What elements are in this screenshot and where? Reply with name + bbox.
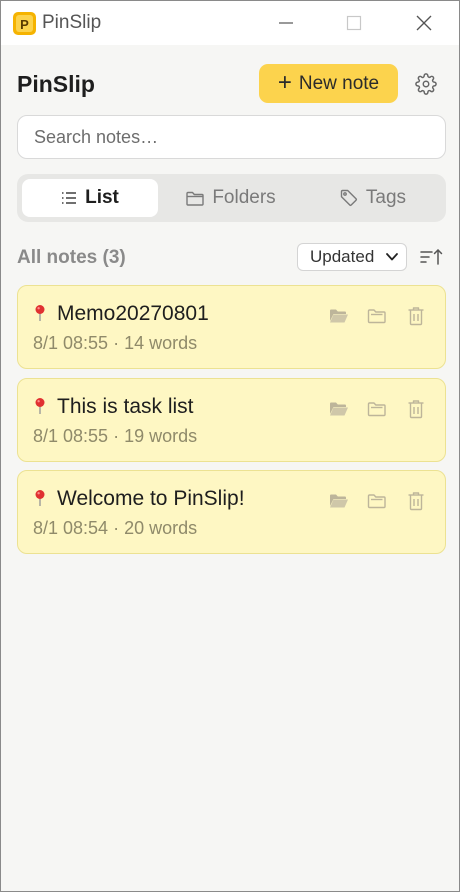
- delete-note-button[interactable]: [405, 305, 427, 327]
- folder-open-icon: [330, 494, 348, 508]
- note-title: Memo20270801: [57, 302, 209, 325]
- list-title: All notes (3): [17, 247, 126, 268]
- tab-list-label: List: [85, 187, 119, 208]
- window-title: PinSlip: [42, 12, 102, 33]
- maximize-button[interactable]: [331, 1, 377, 45]
- tag-icon: [340, 189, 357, 206]
- new-note-label: New note: [298, 72, 380, 94]
- note-card[interactable]: Memo20270801 8/1 08:55 · 14 words: [17, 285, 446, 369]
- delete-note-button[interactable]: [405, 490, 427, 512]
- plus-icon: +: [277, 68, 292, 96]
- page-title: PinSlip: [17, 71, 95, 97]
- note-meta: 8/1 08:54 · 20 words: [33, 518, 198, 538]
- sort-select-value: Updated: [310, 247, 375, 266]
- settings-button[interactable]: [413, 71, 439, 97]
- tab-folders[interactable]: Folders: [163, 179, 299, 217]
- tab-tags[interactable]: Tags: [305, 179, 441, 217]
- svg-text:P: P: [20, 17, 29, 32]
- note-meta: 8/1 08:55 · 19 words: [33, 426, 198, 446]
- folder-move-icon: [367, 309, 386, 324]
- note-card[interactable]: This is task list 8/1 08:55 · 19 words: [17, 378, 446, 462]
- folder-move-icon: [367, 402, 386, 417]
- trash-icon: [408, 400, 424, 419]
- close-button[interactable]: [401, 1, 447, 45]
- open-folder-button[interactable]: [328, 398, 350, 420]
- minimize-button[interactable]: [263, 1, 309, 45]
- move-to-folder-button[interactable]: [366, 490, 388, 512]
- pin-icon: [35, 490, 45, 506]
- title-bar[interactable]: P PinSlip: [1, 1, 459, 45]
- app-logo-icon: P: [13, 12, 36, 35]
- tab-tags-label: Tags: [365, 187, 407, 208]
- move-to-folder-button[interactable]: [366, 398, 388, 420]
- folder-move-icon: [367, 494, 386, 509]
- note-title: Welcome to PinSlip!: [57, 487, 245, 510]
- note-card[interactable]: Welcome to PinSlip! 8/1 08:54 · 20 words: [17, 470, 446, 554]
- move-to-folder-button[interactable]: [366, 305, 388, 327]
- open-folder-button[interactable]: [328, 305, 350, 327]
- tab-folders-label: Folders: [212, 187, 276, 208]
- delete-note-button[interactable]: [405, 398, 427, 420]
- folder-open-icon: [330, 402, 348, 416]
- chevron-down-icon: [386, 253, 398, 261]
- note-title: This is task list: [57, 395, 194, 418]
- search-input[interactable]: [17, 115, 446, 159]
- minimize-icon: [279, 22, 293, 24]
- new-note-button[interactable]: + New note: [259, 64, 398, 103]
- close-icon: [416, 15, 432, 31]
- note-meta: 8/1 08:55 · 14 words: [33, 333, 198, 353]
- pin-icon: [35, 398, 45, 414]
- sort-select[interactable]: Updated: [297, 243, 407, 271]
- folder-open-icon: [330, 309, 348, 323]
- list-icon: [62, 192, 77, 204]
- tab-list[interactable]: List: [22, 179, 158, 217]
- gear-icon: [415, 73, 437, 95]
- trash-icon: [408, 307, 424, 326]
- trash-icon: [408, 492, 424, 511]
- pin-icon: [35, 305, 45, 321]
- sort-direction-icon[interactable]: [419, 245, 443, 269]
- open-folder-button[interactable]: [328, 490, 350, 512]
- app-window: P PinSlip PinSlip + New note Search note…: [0, 0, 460, 892]
- maximize-icon: [346, 15, 362, 31]
- folder-icon: [186, 191, 205, 206]
- view-tabs: List Folders Tags: [17, 174, 446, 222]
